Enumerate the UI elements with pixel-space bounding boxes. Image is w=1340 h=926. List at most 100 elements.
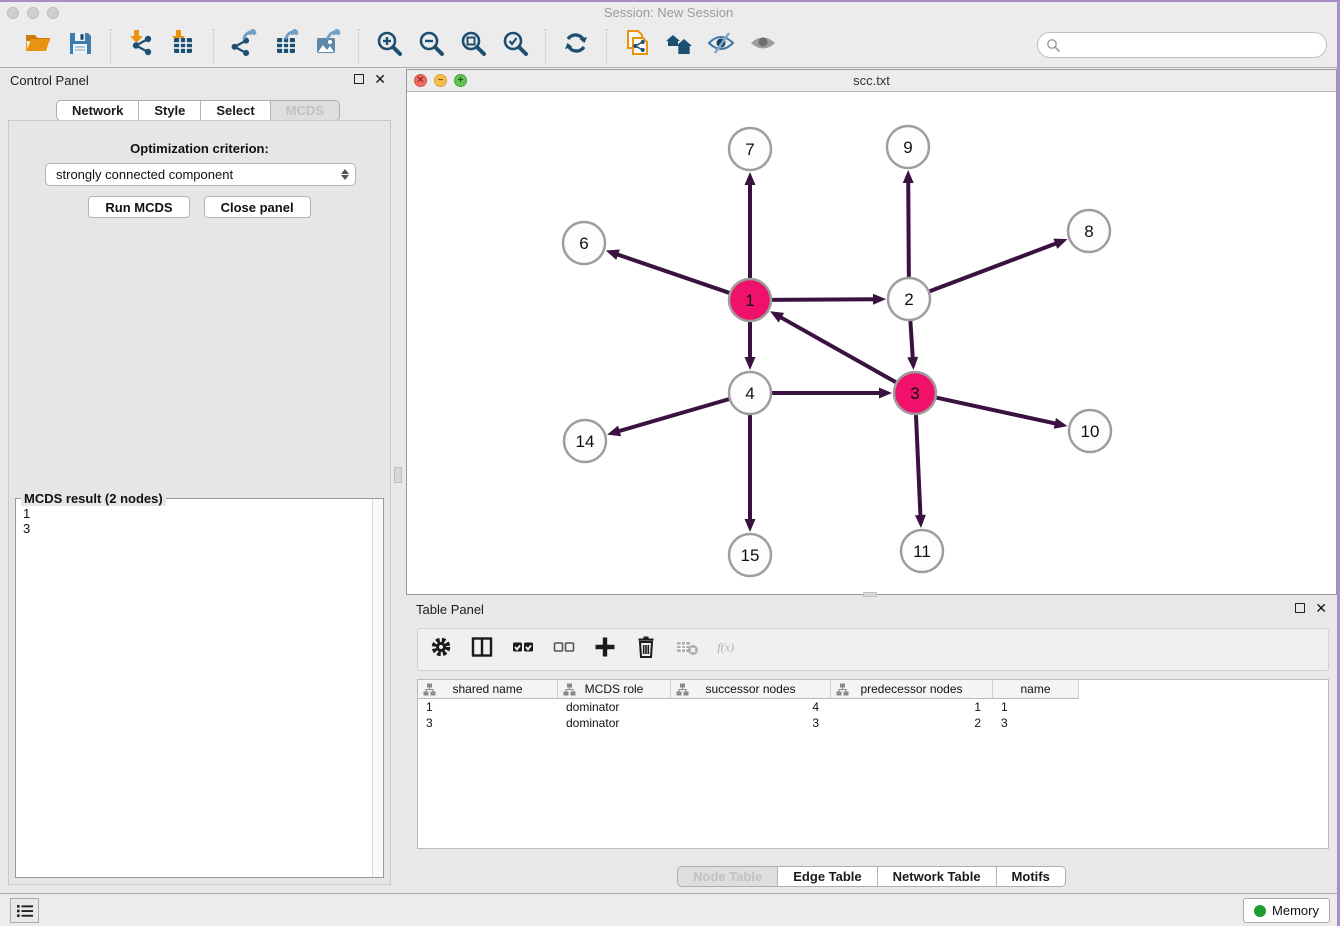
edge-2-8[interactable] [929, 243, 1058, 292]
cell-predecessor-nodes[interactable]: 2 [831, 715, 993, 731]
table-row[interactable]: 1dominator411 [418, 699, 1328, 715]
column-header-shared-name[interactable]: shared name [418, 680, 558, 699]
edge-3-10[interactable] [936, 397, 1057, 423]
edge-arrow-4-15 [745, 519, 756, 532]
table-toolbar: f(x) [417, 628, 1329, 671]
graph-node-label-15: 15 [741, 546, 760, 565]
delete-table-button [674, 637, 700, 663]
export-table-button[interactable] [270, 30, 302, 62]
criterion-selected-value: strongly connected component [56, 167, 233, 182]
edge-4-14[interactable] [618, 399, 730, 432]
graph-node-label-3: 3 [910, 384, 919, 403]
settings-button[interactable] [428, 637, 454, 663]
tab-edge-table[interactable]: Edge Table [778, 867, 877, 886]
column-header-name[interactable]: name [993, 680, 1079, 699]
edge-arrow-2-3 [907, 357, 918, 370]
tab-select[interactable]: Select [201, 101, 270, 120]
export-network-icon [230, 29, 258, 62]
tab-network[interactable]: Network [57, 101, 139, 120]
content-area: Control Panel ✕ NetworkStyleSelectMCDS O… [0, 69, 1337, 893]
export-image-button[interactable] [312, 30, 344, 62]
export-image-icon [314, 29, 342, 62]
split-view-button[interactable] [469, 637, 495, 663]
table-panel-tabs: Node TableEdge TableNetwork TableMotifs [677, 866, 1066, 887]
zoom-in-button[interactable] [373, 30, 405, 62]
cell-name[interactable]: 1 [993, 699, 1079, 715]
zoom-selected-button[interactable] [499, 30, 531, 62]
shared-column-icon [423, 683, 436, 699]
shared-column-icon [836, 683, 849, 699]
zoom-out-button[interactable] [415, 30, 447, 62]
cell-shared-name[interactable]: 1 [418, 699, 558, 715]
float-table-panel-icon[interactable] [1295, 603, 1305, 613]
result-scrollbar[interactable] [372, 499, 383, 877]
select-all-icon [511, 635, 535, 664]
add-column-button[interactable] [592, 637, 618, 663]
table-row[interactable]: 3dominator323 [418, 715, 1328, 731]
cell-shared-name[interactable]: 3 [418, 715, 558, 731]
graph-node-label-8: 8 [1084, 222, 1093, 241]
tab-motifs[interactable]: Motifs [997, 867, 1065, 886]
memory-status-dot [1254, 905, 1266, 917]
column-header-predecessor-nodes[interactable]: predecessor nodes [831, 680, 993, 699]
select-all-button[interactable] [510, 637, 536, 663]
import-network-button[interactable] [125, 30, 157, 62]
import-table-button[interactable] [167, 30, 199, 62]
edge-3-1[interactable] [780, 317, 897, 383]
column-header-successor-nodes[interactable]: successor nodes [671, 680, 831, 699]
horizontal-splitter-grip[interactable] [863, 592, 877, 597]
edge-2-3[interactable] [910, 320, 912, 359]
close-table-panel-icon[interactable]: ✕ [1315, 603, 1327, 613]
vertical-splitter[interactable] [392, 69, 404, 893]
deselect-all-button[interactable] [551, 637, 577, 663]
settings-icon [429, 635, 453, 664]
network-canvas[interactable]: 7968124314101511 [407, 92, 1336, 594]
run-mcds-button[interactable]: Run MCDS [88, 196, 189, 218]
zoom-fit-button[interactable] [457, 30, 489, 62]
control-panel-title: Control Panel [10, 73, 89, 88]
cell-successor-nodes[interactable]: 3 [671, 715, 831, 731]
edge-3-11[interactable] [916, 414, 921, 517]
home-button[interactable] [663, 30, 695, 62]
first-neighbors-button[interactable] [560, 30, 592, 62]
save-session-icon [66, 29, 94, 62]
export-network-button[interactable] [228, 30, 260, 62]
close-panel-button[interactable]: Close panel [204, 196, 311, 218]
search-input[interactable] [1060, 38, 1326, 53]
column-header-MCDS-role[interactable]: MCDS role [558, 680, 671, 699]
edge-arrow-4-3 [879, 388, 892, 399]
task-history-button[interactable] [10, 898, 39, 923]
duplicate-network-icon [623, 29, 651, 62]
edge-arrow-1-7 [745, 172, 756, 185]
cell-successor-nodes[interactable]: 4 [671, 699, 831, 715]
delete-column-button[interactable] [633, 637, 659, 663]
tab-style[interactable]: Style [139, 101, 201, 120]
search-icon [1046, 38, 1060, 52]
search-box[interactable] [1037, 32, 1327, 58]
save-session-button[interactable] [64, 30, 96, 62]
edge-1-6[interactable] [616, 254, 730, 293]
edge-1-2[interactable] [771, 299, 875, 300]
tab-node-table[interactable]: Node Table [678, 867, 778, 886]
tab-network-table[interactable]: Network Table [878, 867, 997, 886]
show-all-button[interactable] [747, 30, 779, 62]
cell-name[interactable]: 3 [993, 715, 1079, 731]
deselect-all-icon [552, 635, 576, 664]
cell-MCDS-role[interactable]: dominator [558, 715, 671, 731]
graph-svg[interactable]: 7968124314101511 [407, 92, 1336, 594]
window-title: Session: New Session [0, 5, 1337, 20]
graph-node-label-2: 2 [904, 290, 913, 309]
memory-button[interactable]: Memory [1243, 898, 1330, 923]
graph-node-label-14: 14 [576, 432, 595, 451]
hide-unselected-button[interactable] [705, 30, 737, 62]
cell-MCDS-role[interactable]: dominator [558, 699, 671, 715]
tab-mcds[interactable]: MCDS [271, 101, 339, 120]
open-file-button[interactable] [22, 30, 54, 62]
hide-unselected-icon [707, 29, 735, 62]
float-panel-icon[interactable] [354, 74, 364, 84]
edge-2-9[interactable] [908, 181, 909, 278]
criterion-select[interactable]: strongly connected component [45, 163, 356, 186]
duplicate-network-button[interactable] [621, 30, 653, 62]
cell-predecessor-nodes[interactable]: 1 [831, 699, 993, 715]
close-panel-icon[interactable]: ✕ [374, 74, 386, 84]
